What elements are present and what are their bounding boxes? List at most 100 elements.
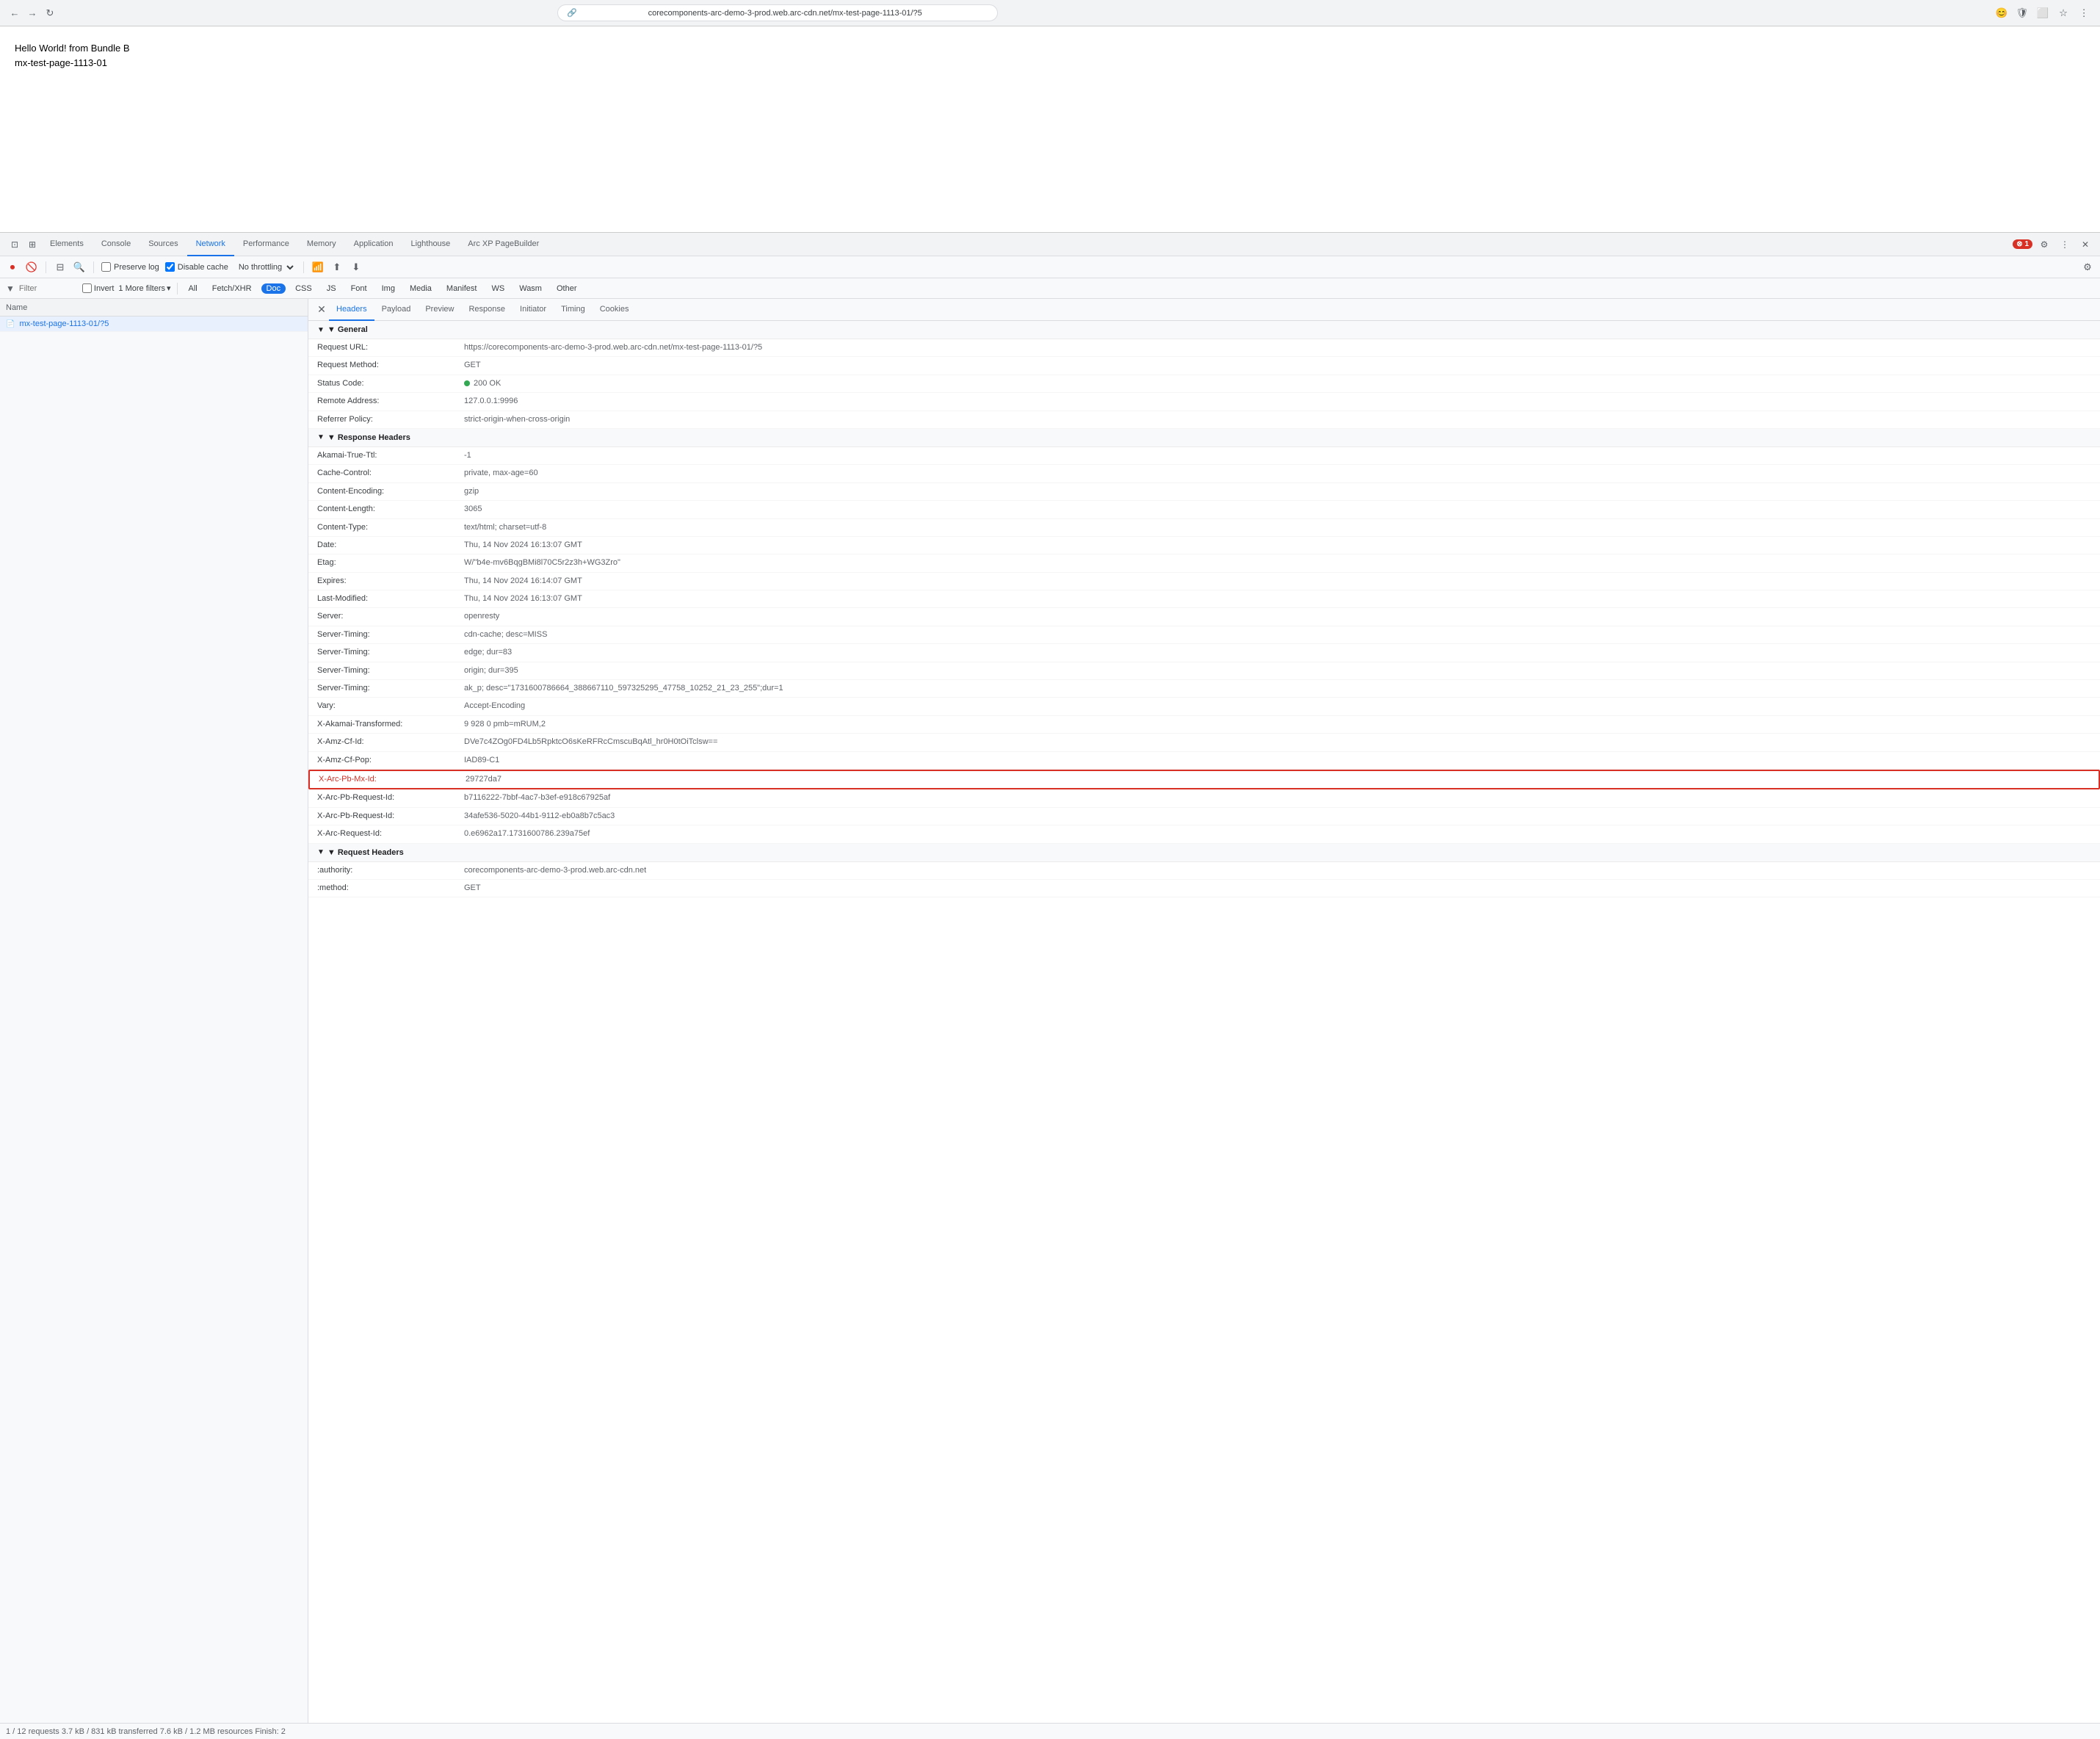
details-content: ▼ ▼ General Request URL: https://corecom… xyxy=(308,321,2100,1723)
requests-body: 📄 mx-test-page-1113-01/?5 xyxy=(0,317,308,1723)
general-status-row: Status Code: 200 OK xyxy=(308,375,2100,393)
filter-chip-other[interactable]: Other xyxy=(551,283,582,294)
general-method-row: Request Method: GET xyxy=(308,357,2100,375)
filter-chip-css[interactable]: CSS xyxy=(290,283,317,294)
rh-date: Date: Thu, 14 Nov 2024 16:13:07 GMT xyxy=(308,537,2100,554)
clear-btn[interactable]: 🚫 xyxy=(25,261,38,274)
more-filters-btn[interactable]: 1 More filters ▾ xyxy=(118,283,170,293)
request-headers-section[interactable]: ▼ ▼ Request Headers xyxy=(308,844,2100,862)
tab-elements[interactable]: Elements xyxy=(41,233,93,256)
devtools-tabs-bar: ⊡ ⊞ Elements Console Sources Network Per… xyxy=(0,233,2100,256)
filter-icon: ▼ xyxy=(6,283,15,294)
bookmark-btn[interactable]: ☆ xyxy=(2054,4,2072,22)
details-tab-headers[interactable]: Headers xyxy=(329,299,374,321)
preserve-log-checkbox[interactable]: Preserve log xyxy=(101,262,159,272)
record-btn[interactable]: ⏺ xyxy=(6,261,19,274)
tab-network[interactable]: Network xyxy=(187,233,234,256)
filter-toggle-btn[interactable]: ⊟ xyxy=(54,261,67,274)
network-main-panel: Name 📄 mx-test-page-1113-01/?5 ✕ Headers… xyxy=(0,299,2100,1723)
upload-btn[interactable]: ⬆ xyxy=(330,261,344,274)
tab-console[interactable]: Console xyxy=(93,233,140,256)
filter-chip-manifest[interactable]: Manifest xyxy=(441,283,482,294)
rh-content-length: Content-Length: 3065 xyxy=(308,501,2100,518)
tab-sources[interactable]: Sources xyxy=(140,233,187,256)
tab-arcxp[interactable]: Arc XP PageBuilder xyxy=(459,233,548,256)
rh-content-encoding: Content-Encoding: gzip xyxy=(308,483,2100,501)
network-settings-btn[interactable]: ⚙ xyxy=(2081,261,2094,274)
rh-server-timing-3: Server-Timing: origin; dur=395 xyxy=(308,662,2100,680)
tab-performance[interactable]: Performance xyxy=(234,233,298,256)
filter-chip-fetchxhr[interactable]: Fetch/XHR xyxy=(207,283,257,294)
details-tab-preview[interactable]: Preview xyxy=(418,299,461,321)
reqh-authority: :authority: corecomponents-arc-demo-3-pr… xyxy=(308,862,2100,880)
lock-icon: 🔗 xyxy=(567,8,577,18)
tab-lighthouse[interactable]: Lighthouse xyxy=(402,233,459,256)
rh-cache-control: Cache-Control: private, max-age=60 xyxy=(308,465,2100,482)
details-tab-cookies[interactable]: Cookies xyxy=(593,299,637,321)
request-name: mx-test-page-1113-01/?5 xyxy=(19,319,109,328)
filter-chip-doc[interactable]: Doc xyxy=(261,283,286,294)
page-content: Hello World! from Bundle B mx-test-page-… xyxy=(0,26,2100,232)
filter-chip-media[interactable]: Media xyxy=(405,283,437,294)
devtools-more-btn[interactable]: ⋮ xyxy=(2056,236,2074,253)
forward-button[interactable]: → xyxy=(25,6,40,21)
address-bar[interactable]: 🔗 corecomponents-arc-demo-3-prod.web.arc… xyxy=(557,4,998,21)
devtools-settings-btn[interactable]: ⚙ xyxy=(2035,236,2053,253)
page-line1: Hello World! from Bundle B xyxy=(15,41,2085,56)
search-btn[interactable]: 🔍 xyxy=(73,261,86,274)
details-tab-timing[interactable]: Timing xyxy=(554,299,593,321)
reload-button[interactable]: ↻ xyxy=(43,6,57,21)
extension-btn-3[interactable]: ⬜ xyxy=(2034,4,2052,22)
rh-server-timing-4: Server-Timing: ak_p; desc="1731600786664… xyxy=(308,680,2100,698)
general-section-header[interactable]: ▼ ▼ General xyxy=(308,321,2100,339)
rh-x-amz-cf-pop: X-Amz-Cf-Pop: IAD89-C1 xyxy=(308,752,2100,770)
rh-x-arc-request-id: X-Arc-Request-Id: 0.e6962a17.1731600786.… xyxy=(308,825,2100,843)
request-doc-icon: 📄 xyxy=(6,320,15,328)
rh-akamai-ttl: Akamai-True-Ttl: -1 xyxy=(308,447,2100,465)
filter-chip-js[interactable]: JS xyxy=(322,283,341,294)
filter-chip-wasm[interactable]: Wasm xyxy=(514,283,547,294)
menu-btn[interactable]: ⋮ xyxy=(2075,4,2093,22)
requests-header: Name xyxy=(0,299,308,317)
tab-application[interactable]: Application xyxy=(345,233,402,256)
back-button[interactable]: ← xyxy=(7,6,22,21)
devtools-sidebar-toggle[interactable]: ⊡ xyxy=(6,236,23,253)
wifi-icon-btn[interactable]: 📶 xyxy=(311,261,325,274)
invert-checkbox[interactable]: Invert xyxy=(82,283,115,293)
reqh-method: :method: GET xyxy=(308,880,2100,897)
details-close-btn[interactable]: ✕ xyxy=(314,303,329,317)
filter-chip-font[interactable]: Font xyxy=(346,283,372,294)
details-panel: ✕ Headers Payload Preview Response Initi… xyxy=(308,299,2100,1723)
filter-chip-img[interactable]: Img xyxy=(377,283,400,294)
throttle-select[interactable]: No throttling xyxy=(234,262,296,272)
rh-x-arc-pb-req-id-2: X-Arc-Pb-Request-Id: 34afe536-5020-44b1-… xyxy=(308,808,2100,825)
general-referrer-row: Referrer Policy: strict-origin-when-cros… xyxy=(308,411,2100,429)
general-request-url-row: Request URL: https://corecomponents-arc-… xyxy=(308,339,2100,357)
general-arrow-icon: ▼ xyxy=(317,326,325,334)
filter-bar: ▼ Invert 1 More filters ▾ All Fetch/XHR … xyxy=(0,278,2100,299)
details-tab-response[interactable]: Response xyxy=(461,299,513,321)
details-tab-initiator[interactable]: Initiator xyxy=(513,299,554,321)
rh-server-timing-2: Server-Timing: edge; dur=83 xyxy=(308,644,2100,662)
rh-expires: Expires: Thu, 14 Nov 2024 16:14:07 GMT xyxy=(308,573,2100,590)
requests-list: Name 📄 mx-test-page-1113-01/?5 xyxy=(0,299,308,1723)
filter-chip-ws[interactable]: WS xyxy=(486,283,510,294)
response-headers-section[interactable]: ▼ ▼ Response Headers xyxy=(308,429,2100,447)
extension-btn-2[interactable]: 🛡 xyxy=(2013,4,2031,22)
filter-chip-all[interactable]: All xyxy=(184,283,203,294)
details-tabs-bar: ✕ Headers Payload Preview Response Initi… xyxy=(308,299,2100,321)
request-row[interactable]: 📄 mx-test-page-1113-01/?5 xyxy=(0,317,308,332)
devtools-close-btn[interactable]: ✕ xyxy=(2077,236,2094,253)
browser-chrome: ← → ↻ 🔗 corecomponents-arc-demo-3-prod.w… xyxy=(0,0,2100,26)
filter-input[interactable] xyxy=(19,284,78,293)
download-btn[interactable]: ⬇ xyxy=(350,261,363,274)
devtools-inspect-btn[interactable]: ⊞ xyxy=(23,236,41,253)
general-remote-addr-row: Remote Address: 127.0.0.1:9996 xyxy=(308,393,2100,411)
page-line2: mx-test-page-1113-01 xyxy=(15,56,2085,70)
response-headers-arrow-icon: ▼ xyxy=(317,433,325,441)
tab-memory[interactable]: Memory xyxy=(298,233,345,256)
extension-btn-1[interactable]: 😊 xyxy=(1993,4,2010,22)
rh-x-arc-pb-req-id-1: X-Arc-Pb-Request-Id: b7116222-7bbf-4ac7-… xyxy=(308,789,2100,807)
disable-cache-checkbox[interactable]: Disable cache xyxy=(165,262,228,272)
details-tab-payload[interactable]: Payload xyxy=(374,299,419,321)
